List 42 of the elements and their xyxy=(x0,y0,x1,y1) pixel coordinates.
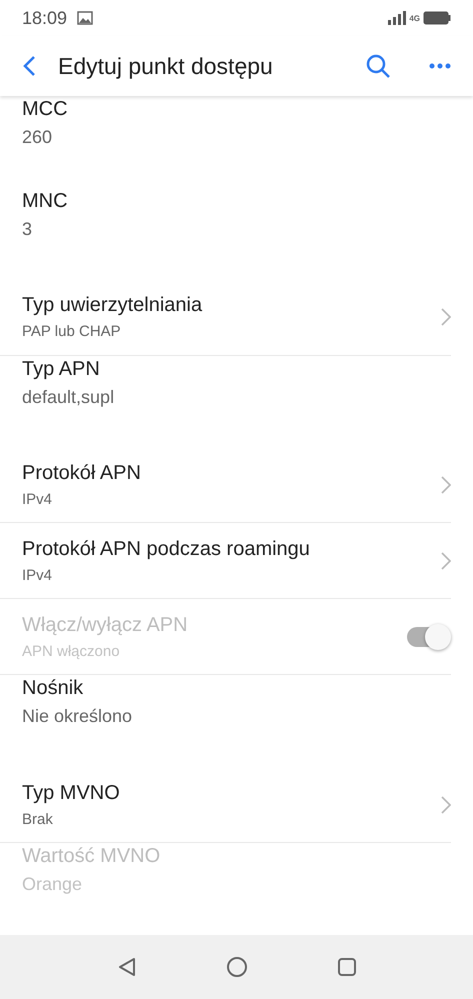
setting-title: MNC xyxy=(22,190,69,213)
square-icon xyxy=(336,956,358,978)
more-icon xyxy=(429,63,451,69)
settings-item[interactable]: MCC 260 xyxy=(0,96,451,188)
setting-title: Protokół APN podczas roamingu xyxy=(22,538,311,561)
setting-value: default,supl xyxy=(22,386,116,408)
search-icon xyxy=(365,53,391,79)
setting-title: Typ uwierzytelniania xyxy=(22,294,204,318)
setting-title: Włącz/wyłącz APN xyxy=(22,614,189,637)
settings-item[interactable]: Typ MVNO Brak xyxy=(0,767,451,844)
setting-value: Orange xyxy=(22,874,84,896)
chevron-right-icon xyxy=(441,308,451,326)
setting-value: IPv4 xyxy=(22,566,54,584)
page-title: Edytuj punkt dostępu xyxy=(58,52,274,80)
setting-title: Protokół APN xyxy=(22,462,142,486)
chevron-right-icon xyxy=(441,552,451,570)
setting-title: MCC xyxy=(22,98,69,121)
chevron-right-icon xyxy=(441,476,451,494)
settings-item[interactable]: Nośnik Nie określono xyxy=(0,675,451,768)
network-type: 4G xyxy=(409,14,420,22)
setting-value: Brak xyxy=(22,810,54,828)
setting-title: Typ APN xyxy=(22,358,101,381)
home-icon xyxy=(226,956,248,978)
battery-icon xyxy=(423,11,451,25)
setting-title: Wartość MVNO xyxy=(22,845,162,868)
settings-item[interactable]: Typ APN default,supl xyxy=(0,356,451,448)
chevron-right-icon xyxy=(441,796,451,814)
settings-item[interactable]: MNC 3 xyxy=(0,188,451,280)
settings-item[interactable]: Protokół APN IPv4 xyxy=(0,448,451,524)
setting-value: PAP lub CHAP xyxy=(22,323,122,340)
image-icon xyxy=(77,11,94,25)
setting-value: APN włączono xyxy=(22,642,121,660)
settings-item[interactable]: Typ uwierzytelniania PAP lub CHAP xyxy=(0,280,451,356)
clock: 18:09 xyxy=(22,8,68,28)
setting-value: IPv4 xyxy=(22,491,54,508)
setting-value: 3 xyxy=(22,218,34,240)
signal-icon xyxy=(388,11,406,25)
setting-value: 260 xyxy=(22,127,54,148)
settings-item[interactable]: Protokół APN podczas roamingu IPv4 xyxy=(0,523,451,600)
setting-title: Typ MVNO xyxy=(22,782,121,805)
setting-title: Nośnik xyxy=(22,677,84,700)
setting-value: Nie określono xyxy=(22,706,134,728)
